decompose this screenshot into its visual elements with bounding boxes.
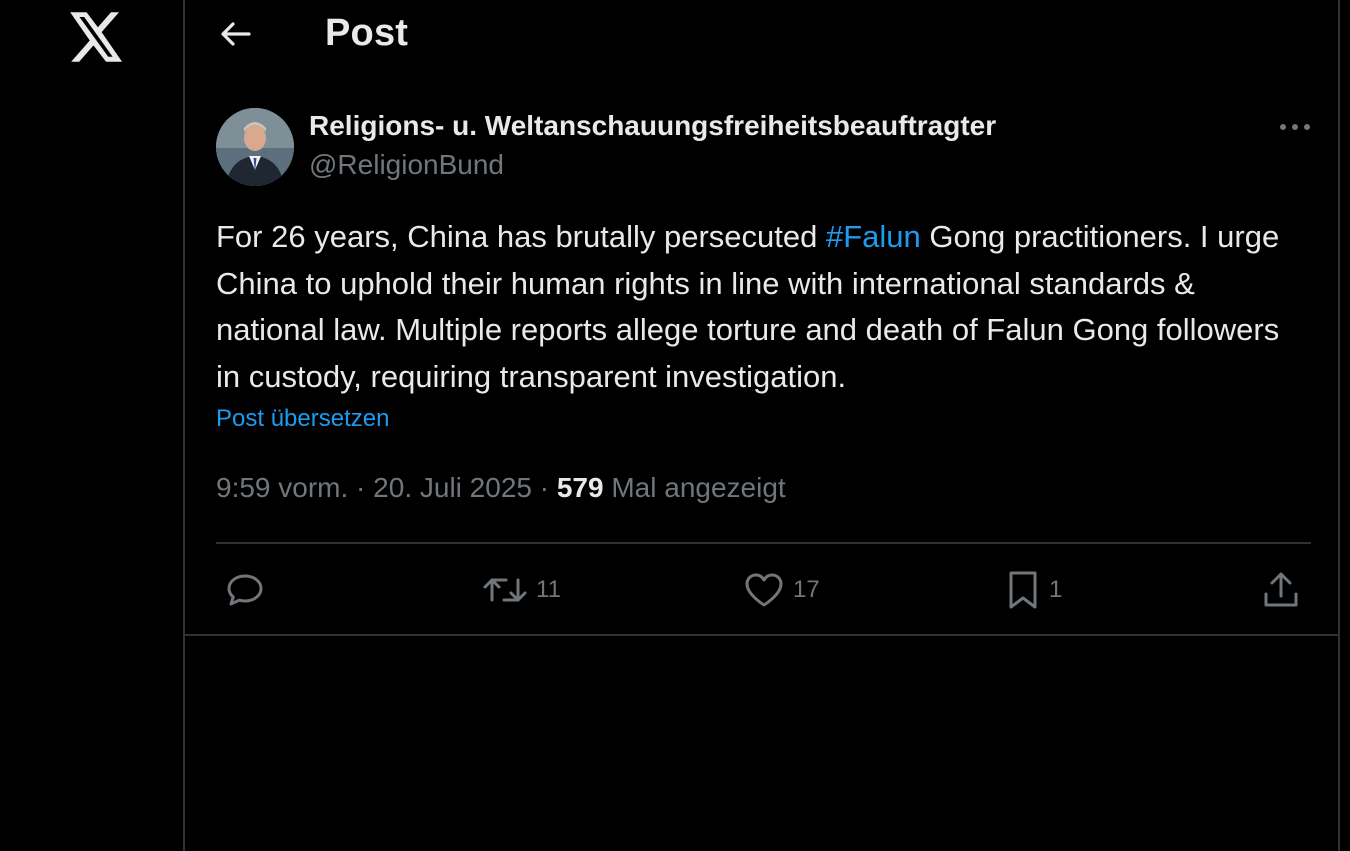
translate-post-link[interactable]: Post übersetzen	[216, 405, 389, 433]
x-logo-icon[interactable]	[70, 12, 124, 62]
like-button[interactable]: 17	[743, 562, 820, 618]
post-text-part: For 26 years, China has brutally persecu…	[216, 219, 826, 254]
author-avatar[interactable]	[216, 108, 294, 186]
hashtag-link[interactable]: #Falun	[826, 219, 921, 254]
post-date[interactable]: 20. Juli 2025	[373, 472, 532, 503]
like-count: 17	[793, 576, 820, 603]
post-header: Post	[185, 0, 1338, 70]
page-title: Post	[325, 12, 409, 54]
author-display-name[interactable]: Religions- u. Weltanschauungsfreiheitsbe…	[309, 110, 996, 142]
views-count[interactable]: 579	[557, 472, 604, 503]
post-column: Post Religions- u. Weltanschauungsfreihe…	[183, 0, 1340, 851]
back-button[interactable]	[215, 14, 255, 54]
bookmark-button[interactable]: 1	[1005, 562, 1062, 618]
post-text: For 26 years, China has brutally persecu…	[216, 214, 1311, 400]
post-meta: 9:59 vorm. · 20. Juli 2025 · 579 Mal ang…	[216, 472, 786, 504]
author-handle[interactable]: @ReligionBund	[309, 149, 504, 181]
share-icon	[1264, 572, 1298, 607]
meta-separator: ·	[348, 472, 374, 503]
repost-icon	[483, 578, 527, 602]
share-button[interactable]	[1261, 562, 1301, 618]
repost-button[interactable]: 11	[482, 562, 561, 618]
reply-button[interactable]	[225, 562, 273, 618]
repost-count: 11	[536, 576, 561, 603]
arrow-left-icon	[221, 22, 251, 46]
heart-icon	[745, 573, 783, 607]
post-time[interactable]: 9:59 vorm.	[216, 472, 348, 503]
bookmark-icon	[1009, 571, 1037, 609]
views-label: Mal angezeigt	[603, 472, 786, 503]
more-horizontal-icon	[1280, 124, 1310, 130]
reply-icon	[227, 574, 263, 606]
page: Post Religions- u. Weltanschauungsfreihe…	[0, 0, 1350, 851]
bookmark-count: 1	[1049, 576, 1063, 603]
meta-separator: ·	[531, 472, 557, 503]
action-bar: 11 17 1	[185, 562, 1338, 622]
left-nav-rail	[0, 0, 183, 851]
divider	[216, 542, 1311, 544]
more-options-button[interactable]	[1275, 112, 1315, 142]
post-bottom-border	[185, 634, 1338, 636]
